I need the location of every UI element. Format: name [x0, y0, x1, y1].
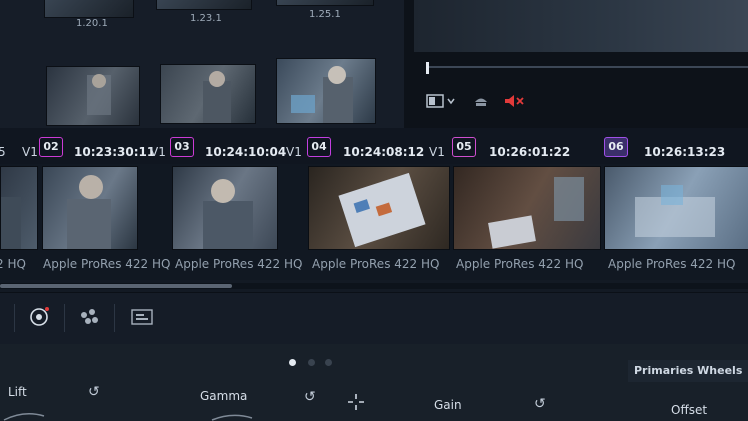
wheel-label-lift: Lift [8, 385, 27, 399]
still-label: 1.25.1 [309, 9, 341, 20]
gallery-panel: 1.20.1 1.23.1 1.25.1 [0, 0, 404, 128]
gallery-still[interactable] [44, 0, 134, 18]
clip-image [67, 175, 111, 249]
gallery-still[interactable] [276, 58, 376, 124]
lift-reset-icon[interactable]: ↺ [88, 384, 100, 400]
target-button[interactable] [28, 306, 50, 332]
divider [114, 304, 115, 332]
clip-track: V1 [150, 145, 166, 159]
clip-timecode: 10:26:01:22 [489, 145, 571, 159]
clip-timecode: 10:23:30:11 [74, 145, 156, 159]
highlight-button[interactable] [472, 92, 490, 110]
clip-timecode: 10:26:13:23 [644, 145, 726, 159]
clip-number-badge: 02 [39, 137, 63, 157]
still-label: 1.20.1 [76, 18, 108, 29]
still-image [87, 74, 111, 115]
divider [64, 304, 65, 332]
gallery-still[interactable] [276, 0, 374, 6]
media-icon [131, 309, 153, 325]
clip-image [203, 179, 253, 249]
clip-image [1, 197, 21, 249]
still-label: 1.23.1 [190, 13, 222, 24]
clip-number-badge: 06 [604, 137, 628, 157]
playhead[interactable] [426, 62, 429, 74]
viewer-mode-button[interactable] [426, 92, 456, 110]
timeline-scrollbar-thumb[interactable] [0, 284, 232, 288]
divider [14, 304, 15, 332]
clip-number-badge: 03 [170, 137, 194, 157]
clip-thumbnail[interactable] [0, 166, 38, 250]
clip-number-badge: 04 [307, 137, 331, 157]
split-screen-icon [426, 94, 455, 108]
viewer-image [414, 0, 748, 52]
gallery-still[interactable] [46, 66, 140, 126]
nodes-button[interactable] [78, 306, 100, 332]
page-dot-active[interactable] [289, 359, 296, 366]
clip-codec: 2 HQ [0, 257, 26, 271]
clip-image [635, 185, 715, 237]
page-dot[interactable] [325, 359, 332, 366]
clip-thumbnail[interactable] [42, 166, 138, 250]
clip-codec: Apple ProRes 422 HQ [608, 257, 736, 271]
gallery-still[interactable] [160, 64, 256, 124]
clip-thumbnail[interactable] [604, 166, 748, 250]
page-dot[interactable] [308, 359, 315, 366]
panel-title: Primaries Wheels [628, 360, 748, 382]
wheel-arcs [3, 413, 253, 421]
clip-image [338, 172, 426, 248]
clip-timecode: 10:24:08:12 [343, 145, 425, 159]
clip-track-partial: 5 [0, 145, 6, 159]
clip-number-badge: 05 [452, 137, 476, 157]
still-image [291, 66, 353, 123]
mute-button[interactable] [504, 92, 526, 110]
clip-image [488, 177, 584, 249]
gallery-still[interactable] [156, 0, 252, 10]
clip-codec: Apple ProRes 422 HQ [312, 257, 440, 271]
highlight-icon [475, 98, 487, 106]
clip-thumbnail[interactable] [172, 166, 278, 250]
viewer-scrubber[interactable] [428, 66, 748, 68]
speaker-muted-icon [505, 95, 524, 107]
still-image [203, 71, 231, 123]
clip-codec: Apple ProRes 422 HQ [175, 257, 303, 271]
media-button[interactable] [130, 307, 154, 331]
gamma-reset-icon[interactable]: ↺ [304, 389, 316, 405]
clip-track: V1 [429, 145, 445, 159]
node-toolbar [0, 292, 748, 346]
clip-track: V1 [22, 145, 38, 159]
clip-codec: Apple ProRes 422 HQ [456, 257, 584, 271]
clip-codec: Apple ProRes 422 HQ [43, 257, 171, 271]
nodes-icon [81, 309, 98, 324]
target-icon [30, 307, 49, 326]
viewer-panel [404, 0, 748, 128]
clip-track: V1 [286, 145, 302, 159]
wheel-label-gamma: Gamma [200, 389, 248, 403]
clip-timecode: 10:24:10:04 [205, 145, 287, 159]
clip-thumbnail[interactable] [308, 166, 450, 250]
clip-thumbnail[interactable] [453, 166, 601, 250]
